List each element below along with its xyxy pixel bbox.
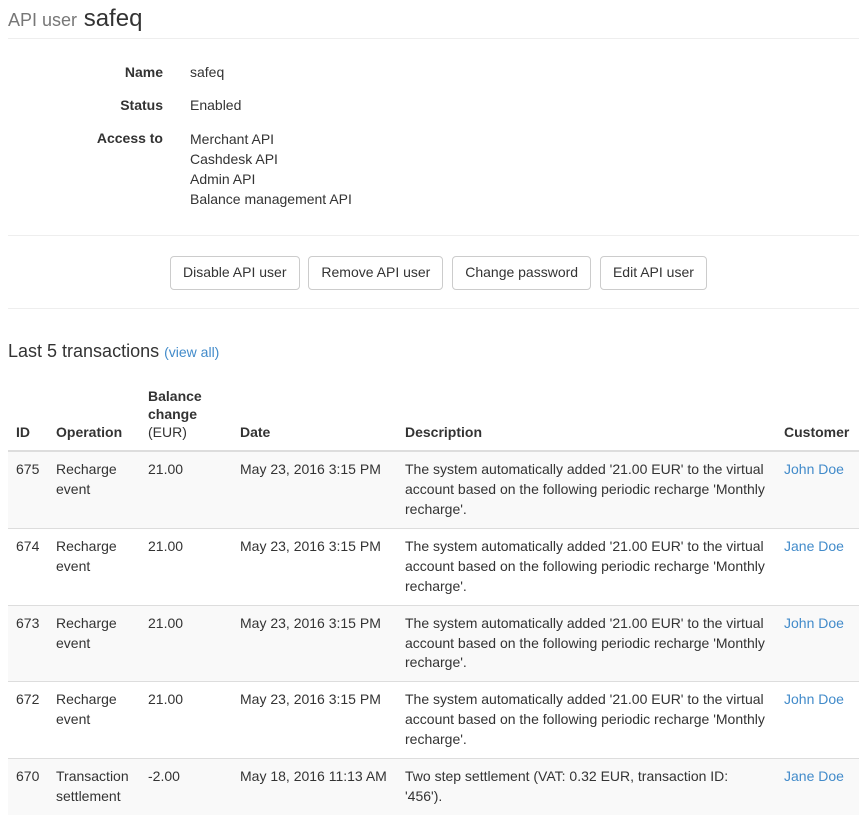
cell-date: May 18, 2016 11:13 AM [232,759,397,815]
column-header-description: Description [397,379,776,451]
balance-change-unit: (EUR) [148,424,187,440]
page-title: API user safeq [8,6,859,32]
cell-id: 670 [8,759,48,815]
page-title-prefix: API user [8,10,77,30]
cell-customer: Jane Doe [776,528,859,605]
table-row: 674 Recharge event 21.00 May 23, 2016 3:… [8,528,859,605]
transactions-heading-text: Last 5 transactions [8,341,159,361]
table-row: 670 Transaction settlement -2.00 May 18,… [8,759,859,815]
page-header: API user safeq [8,0,859,39]
cell-date: May 23, 2016 3:15 PM [232,528,397,605]
detail-row-status: Status Enabled [8,96,859,116]
cell-balance-change: 21.00 [140,682,232,759]
api-user-details: Name safeq Status Enabled Access to Merc… [8,63,859,209]
column-header-customer: Customer [776,379,859,451]
cell-description: The system automatically added '21.00 EU… [397,605,776,682]
disable-api-user-button[interactable]: Disable API user [170,256,300,290]
transactions-heading: Last 5 transactions (view all) [8,339,859,365]
name-value: safeq [190,63,224,83]
cell-balance-change: -2.00 [140,759,232,815]
detail-row-access: Access to Merchant API Cashdesk API Admi… [8,129,859,209]
access-item-balance-management-api: Balance management API [190,189,352,209]
cell-operation: Recharge event [48,528,140,605]
detail-row-name: Name safeq [8,63,859,83]
access-item-admin-api: Admin API [190,169,352,189]
cell-description: The system automatically added '21.00 EU… [397,528,776,605]
transactions-table: ID Operation Balance change (EUR) Date D… [8,379,859,815]
cell-id: 673 [8,605,48,682]
cell-id: 675 [8,451,48,528]
access-item-cashdesk-api: Cashdesk API [190,149,352,169]
customer-link[interactable]: John Doe [784,691,844,707]
divider-above-actions [8,235,859,236]
access-item-merchant-api: Merchant API [190,129,352,149]
table-header-row: ID Operation Balance change (EUR) Date D… [8,379,859,451]
status-value: Enabled [190,96,241,116]
cell-description: The system automatically added '21.00 EU… [397,682,776,759]
customer-link[interactable]: Jane Doe [784,768,844,784]
cell-id: 672 [8,682,48,759]
view-all-link[interactable]: (view all) [164,344,219,360]
table-row: 672 Recharge event 21.00 May 23, 2016 3:… [8,682,859,759]
column-header-id: ID [8,379,48,451]
table-row: 675 Recharge event 21.00 May 23, 2016 3:… [8,451,859,528]
edit-api-user-button[interactable]: Edit API user [600,256,707,290]
table-row: 673 Recharge event 21.00 May 23, 2016 3:… [8,605,859,682]
cell-date: May 23, 2016 3:15 PM [232,451,397,528]
api-user-name: safeq [84,5,143,32]
cell-id: 674 [8,528,48,605]
cell-description: Two step settlement (VAT: 0.32 EUR, tran… [397,759,776,815]
cell-customer: John Doe [776,605,859,682]
status-label: Status [8,96,163,116]
action-buttons: Disable API user Remove API user Change … [170,256,859,290]
cell-operation: Transaction settlement [48,759,140,815]
remove-api-user-button[interactable]: Remove API user [308,256,443,290]
balance-change-main: Balance change [148,388,202,422]
cell-operation: Recharge event [48,682,140,759]
column-header-date: Date [232,379,397,451]
cell-operation: Recharge event [48,605,140,682]
cell-description: The system automatically added '21.00 EU… [397,451,776,528]
page-container: API user safeq Name safeq Status Enabled… [8,0,859,815]
customer-link[interactable]: John Doe [784,615,844,631]
column-header-operation: Operation [48,379,140,451]
change-password-button[interactable]: Change password [452,256,591,290]
cell-balance-change: 21.00 [140,605,232,682]
access-to-label: Access to [8,129,163,209]
name-label: Name [8,63,163,83]
cell-date: May 23, 2016 3:15 PM [232,682,397,759]
cell-customer: John Doe [776,451,859,528]
customer-link[interactable]: John Doe [784,461,844,477]
divider-below-actions [8,308,859,309]
column-header-balance-change: Balance change (EUR) [140,379,232,451]
cell-balance-change: 21.00 [140,528,232,605]
cell-date: May 23, 2016 3:15 PM [232,605,397,682]
cell-customer: Jane Doe [776,759,859,815]
cell-customer: John Doe [776,682,859,759]
customer-link[interactable]: Jane Doe [784,538,844,554]
access-list: Merchant API Cashdesk API Admin API Bala… [190,129,352,209]
cell-balance-change: 21.00 [140,451,232,528]
cell-operation: Recharge event [48,451,140,528]
